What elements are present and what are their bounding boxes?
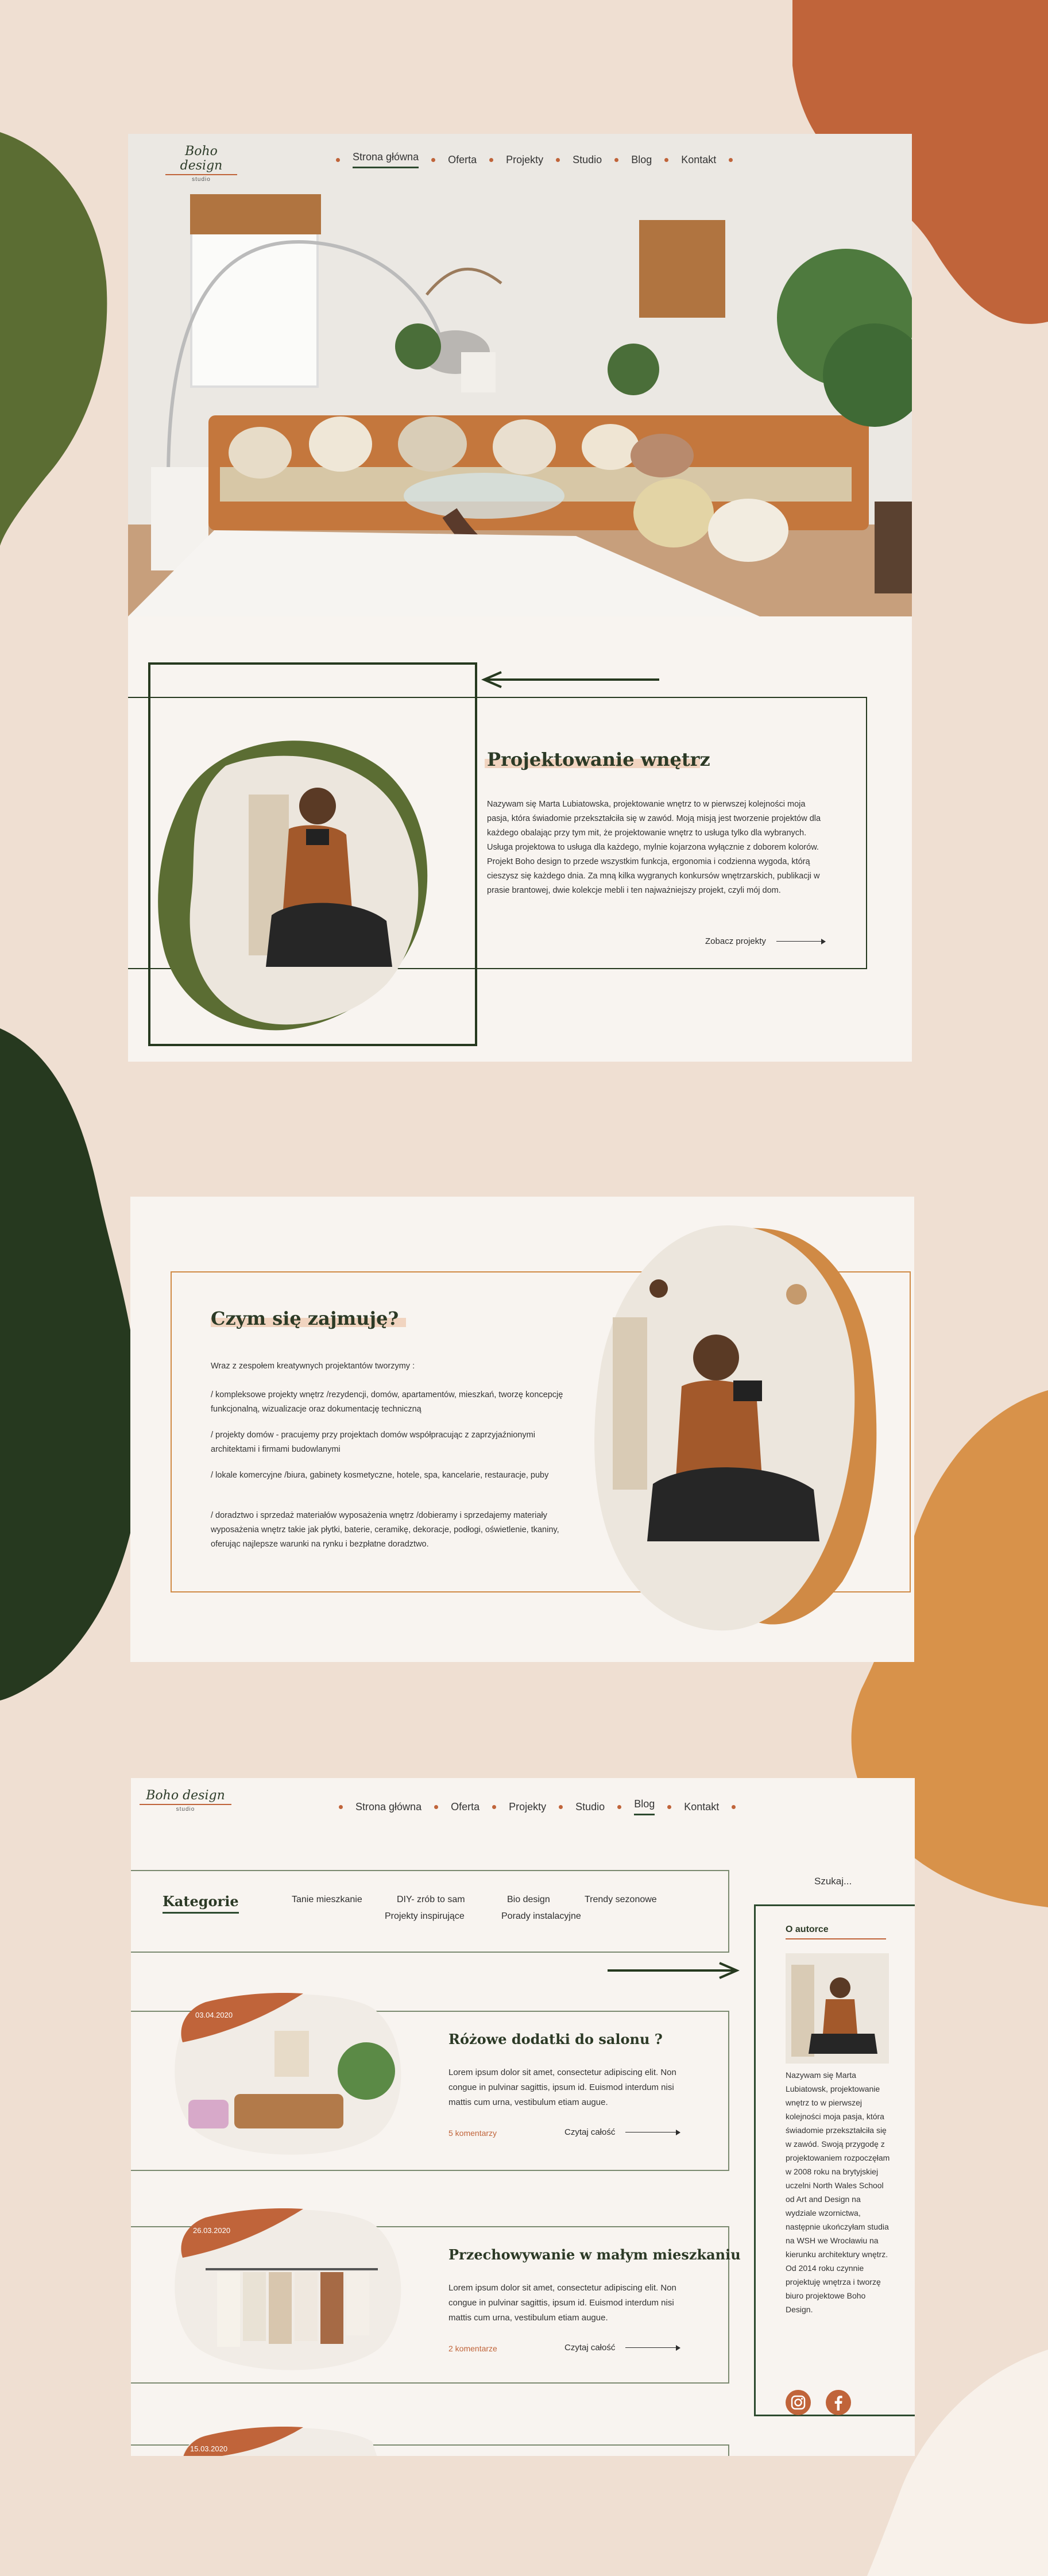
author-title: O autorce [786, 1925, 886, 1939]
category-link[interactable]: Trendy sezonowe [585, 1895, 657, 1905]
blog-page-panel: Boho design studio Strona główna Oferta … [131, 1778, 915, 2456]
forest-blob [0, 1028, 141, 1700]
instagram-icon[interactable] [786, 2390, 811, 2415]
category-link[interactable]: Tanie mieszkanie [292, 1895, 362, 1905]
post-title[interactable]: Różowe dodatki do salonu ? [448, 2031, 663, 2047]
post-date: 03.04.2020 [195, 2011, 233, 2019]
category-link[interactable]: Bio design [507, 1895, 550, 1905]
logo[interactable]: Boho design studio [140, 1788, 231, 1813]
post-excerpt: Lorem ipsum dolor sit amet, consectetur … [448, 2283, 676, 2323]
nav-item-projekty[interactable]: Projekty [506, 154, 543, 166]
logo[interactable]: Boho design studio [165, 144, 237, 183]
see-projects-link[interactable]: Zobacz projekty [705, 936, 826, 946]
logo-sub: studio [192, 176, 211, 183]
author-photo [786, 1953, 889, 2064]
post-date: 26.03.2020 [193, 2226, 231, 2235]
post-title[interactable]: Przechowywanie w małym mieszkaniu [448, 2246, 741, 2263]
facebook-icon[interactable] [826, 2390, 851, 2415]
projekt-text: Nazywam się Marta Lubiatowska, projektow… [487, 800, 821, 895]
arrow-right-icon [625, 2345, 681, 2350]
category-link[interactable]: Porady instalacyjne [501, 1911, 581, 1922]
nav-item-studio[interactable]: Studio [573, 154, 602, 166]
right-arrow-icon [608, 1962, 740, 1979]
living-room-hero-photo [128, 134, 912, 616]
read-more-link[interactable]: Czytaj całość [564, 2127, 681, 2137]
nav-item-projekty[interactable]: Projekty [509, 1801, 546, 1813]
service-item: / lokale komercyjne /biura, gabinety kos… [211, 1471, 549, 1480]
arrow-right-icon [776, 939, 826, 944]
category-link[interactable]: DIY- zrób to sam [397, 1895, 465, 1905]
blog-nav: Strona główna Oferta Projekty Studio Blo… [326, 1798, 748, 1815]
nav-item-studio[interactable]: Studio [575, 1801, 605, 1813]
nav-item-home[interactable]: Strona główna [355, 1801, 421, 1813]
services-title: Czym się zajmuję? [211, 1308, 406, 1329]
left-arrow-icon[interactable] [478, 671, 662, 688]
nav-item-kontakt[interactable]: Kontakt [684, 1801, 719, 1813]
service-item: / projekty domów - pracujemy przy projek… [211, 1430, 535, 1454]
post-date: 15.03.2020 [190, 2444, 228, 2453]
designer-portrait-2 [594, 1225, 877, 1631]
nav-item-oferta[interactable]: Oferta [448, 154, 477, 166]
post-comments[interactable]: 2 komentarze [448, 2344, 497, 2353]
service-item: / doradztwo i sprzedaż materiałów wyposa… [211, 1511, 559, 1549]
logo-brand: Boho design [146, 1788, 225, 1803]
main-nav: Strona główna Oferta Projekty Studio Blo… [323, 151, 745, 168]
services-intro: Wraz z zespołem kreatywnych projektantów… [211, 1362, 415, 1371]
categories-label: Kategorie [163, 1893, 239, 1914]
designer-portrait [158, 741, 428, 1031]
olive-blob [0, 132, 107, 546]
service-item: / kompleksowe projekty wnętrz /rezydencj… [211, 1390, 563, 1414]
nav-item-oferta[interactable]: Oferta [451, 1801, 479, 1813]
category-link[interactable]: Projekty inspirujące [385, 1911, 465, 1922]
logo-brand: Boho design [180, 144, 223, 173]
post-comments[interactable]: 5 komentarzy [448, 2128, 497, 2138]
author-bio: Nazywam się Marta Lubiatowsk, projektowa… [786, 2070, 890, 2314]
home-page-panel: Boho design studio Strona główna Oferta … [128, 134, 912, 1062]
services-panel: Czym się zajmuję? Wraz z zespołem kreaty… [130, 1197, 914, 1662]
arrow-right-icon [625, 2130, 681, 2135]
post-excerpt: Lorem ipsum dolor sit amet, consectetur … [448, 2068, 676, 2107]
logo-sub: studio [176, 1806, 195, 1813]
nav-item-blog[interactable]: Blog [634, 1798, 655, 1815]
nav-item-kontakt[interactable]: Kontakt [681, 154, 716, 166]
search-input[interactable]: Szukaj... [814, 1876, 852, 1887]
projekt-title: Projektowanie wnętrz [485, 749, 710, 770]
nav-item-home[interactable]: Strona główna [353, 151, 419, 168]
read-more-link[interactable]: Czytaj całość [564, 2343, 681, 2353]
nav-item-blog[interactable]: Blog [631, 154, 652, 166]
